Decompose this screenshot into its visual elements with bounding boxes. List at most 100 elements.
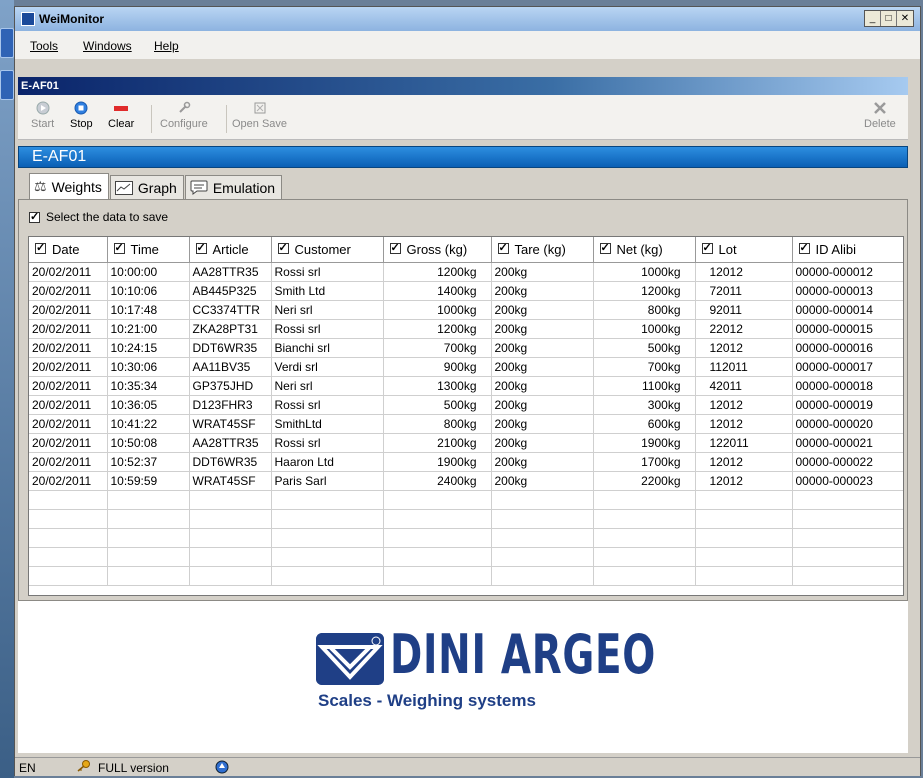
child-window-title[interactable]: E-AF01 — [18, 77, 908, 95]
empty-cell — [593, 566, 696, 586]
table-cell: 20/02/2011 — [29, 338, 108, 358]
table-cell: 20/02/2011 — [29, 471, 108, 491]
column-header-id-alibi[interactable]: ID Alibi — [792, 237, 903, 263]
table-row[interactable]: 20/02/2011 10:21:00 ZKA28PT31 Rossi srl 1200… — [29, 319, 903, 339]
table-cell: WRAT45SF — [189, 414, 272, 434]
column-header-date[interactable]: Date — [29, 237, 108, 263]
empty-cell — [593, 547, 696, 567]
empty-cell — [695, 528, 793, 548]
toolbar-separator — [226, 105, 227, 133]
table-cell: GP375JHD — [189, 376, 272, 396]
empty-cell — [695, 490, 793, 510]
table-cell: 700kg — [383, 338, 492, 358]
select-data-checkbox[interactable]: Select the data to save — [29, 210, 168, 224]
table-cell: 1400kg — [383, 281, 492, 301]
table-cell: 1000kg — [593, 319, 696, 339]
table-row[interactable]: 20/02/2011 10:00:00 AA28TTR35 Rossi srl 1200… — [29, 262, 903, 282]
table-row[interactable]: 20/02/2011 10:41:22 WRAT45SF SmithLtd 800kg 2… — [29, 414, 903, 434]
table-cell: 200kg — [491, 471, 594, 491]
network-icon[interactable] — [215, 760, 229, 774]
table-cell: 800kg — [593, 300, 696, 320]
table-cell: 10:59:59 — [107, 471, 190, 491]
tab-graph[interactable]: Graph — [109, 175, 184, 199]
table-row[interactable]: 20/02/2011 10:30:06 AA11BV35 Verdi srl 900kg… — [29, 357, 903, 377]
title-bar[interactable]: WeiMonitor _ □ ✕ — [15, 7, 920, 32]
column-checkbox[interactable] — [701, 241, 713, 254]
close-button[interactable]: ✕ — [897, 11, 913, 26]
stop-button[interactable]: Stop — [70, 101, 93, 130]
table-cell: 20/02/2011 — [29, 414, 108, 434]
empty-cell — [189, 490, 272, 510]
column-checkbox[interactable] — [389, 241, 401, 254]
table-cell: 12012 — [695, 414, 793, 434]
wrench-icon — [179, 101, 191, 113]
column-header-time[interactable]: Time — [107, 237, 190, 263]
checkbox[interactable] — [29, 210, 40, 223]
column-checkbox[interactable] — [35, 241, 46, 254]
table-cell: 200kg — [491, 452, 594, 472]
table-cell: 20/02/2011 — [29, 376, 108, 396]
column-header-customer[interactable]: Customer — [271, 237, 384, 263]
open-save-button[interactable]: Open Save — [232, 101, 287, 130]
menu-windows[interactable]: Windows — [83, 39, 132, 53]
table-cell: 20/02/2011 — [29, 281, 108, 301]
maximize-button[interactable]: □ — [881, 11, 897, 26]
table-row[interactable]: 20/02/2011 10:35:34 GP375JHD Neri srl 1300kg… — [29, 376, 903, 396]
menu-help[interactable]: Help — [154, 39, 179, 53]
start-button[interactable]: Start — [31, 101, 54, 130]
table-row[interactable]: 20/02/2011 10:10:06 AB445P325 Smith Ltd 1400… — [29, 281, 903, 301]
delete-x-icon — [874, 102, 886, 114]
menu-tools[interactable]: Tools — [30, 39, 58, 53]
table-cell: 20/02/2011 — [29, 300, 108, 320]
column-checkbox[interactable] — [113, 241, 125, 254]
table-cell: 00000-000019 — [792, 395, 903, 415]
empty-cell — [383, 509, 492, 529]
table-cell: 1200kg — [383, 262, 492, 282]
start-label: Start — [31, 118, 55, 130]
table-cell: 1900kg — [383, 452, 492, 472]
column-checkbox[interactable] — [195, 241, 207, 254]
table-row[interactable]: 20/02/2011 10:50:08 AA28TTR35 Rossi srl 2100… — [29, 433, 903, 453]
empty-cell — [29, 490, 108, 510]
column-header-lot[interactable]: Lot — [695, 237, 793, 263]
empty-cell — [792, 547, 903, 567]
column-checkbox[interactable] — [277, 241, 289, 254]
window-controls: _ □ ✕ — [864, 10, 914, 27]
desktop-icon[interactable] — [0, 28, 14, 58]
minimize-button[interactable]: _ — [865, 11, 881, 26]
column-header-article[interactable]: Article — [189, 237, 272, 263]
column-header-net[interactable]: Net (kg) — [593, 237, 696, 263]
table-header-row: Date Time Article Customer Gross (kg) Ta… — [29, 237, 903, 263]
desktop-icon[interactable] — [0, 70, 14, 100]
empty-cell — [189, 509, 272, 529]
column-checkbox[interactable] — [798, 241, 810, 254]
clear-button[interactable]: Clear — [108, 101, 134, 130]
table-row[interactable]: 20/02/2011 10:17:48 CC3374TTR Neri srl 1000k… — [29, 300, 903, 320]
column-checkbox[interactable] — [599, 241, 611, 254]
table-cell: Bianchi srl — [271, 338, 384, 358]
table-row[interactable]: 20/02/2011 10:59:59 WRAT45SF Paris Sarl 2400… — [29, 471, 903, 491]
table-cell: 20/02/2011 — [29, 357, 108, 377]
table-cell: 72011 — [695, 281, 793, 301]
table-row[interactable]: 20/02/2011 10:52:37 DDT6WR35 Haaron Ltd 1900… — [29, 452, 903, 472]
configure-button[interactable]: Configure — [160, 101, 208, 130]
table-cell: 1300kg — [383, 376, 492, 396]
column-header-gross[interactable]: Gross (kg) — [383, 237, 492, 263]
table-row[interactable]: 20/02/2011 10:36:05 D123FHR3 Rossi srl 500kg… — [29, 395, 903, 415]
table-cell: WRAT45SF — [189, 471, 272, 491]
delete-button[interactable]: Delete — [864, 101, 896, 130]
tab-weights[interactable]: ⚖ Weights — [29, 173, 109, 199]
column-header-tare[interactable]: Tare (kg) — [491, 237, 594, 263]
table-cell: 20/02/2011 — [29, 319, 108, 339]
empty-cell — [792, 528, 903, 548]
tab-emulation[interactable]: Emulation — [184, 175, 283, 199]
table-row[interactable]: 20/02/2011 10:24:15 DDT6WR35 Bianchi srl 700… — [29, 338, 903, 358]
weights-table[interactable]: Date Time Article Customer Gross (kg) Ta… — [28, 236, 904, 596]
table-cell: 1200kg — [593, 281, 696, 301]
empty-cell — [107, 547, 190, 567]
empty-cell — [491, 547, 594, 567]
table-cell: 00000-000018 — [792, 376, 903, 396]
clear-label: Clear — [108, 118, 135, 130]
column-checkbox[interactable] — [497, 241, 509, 254]
empty-cell — [491, 528, 594, 548]
